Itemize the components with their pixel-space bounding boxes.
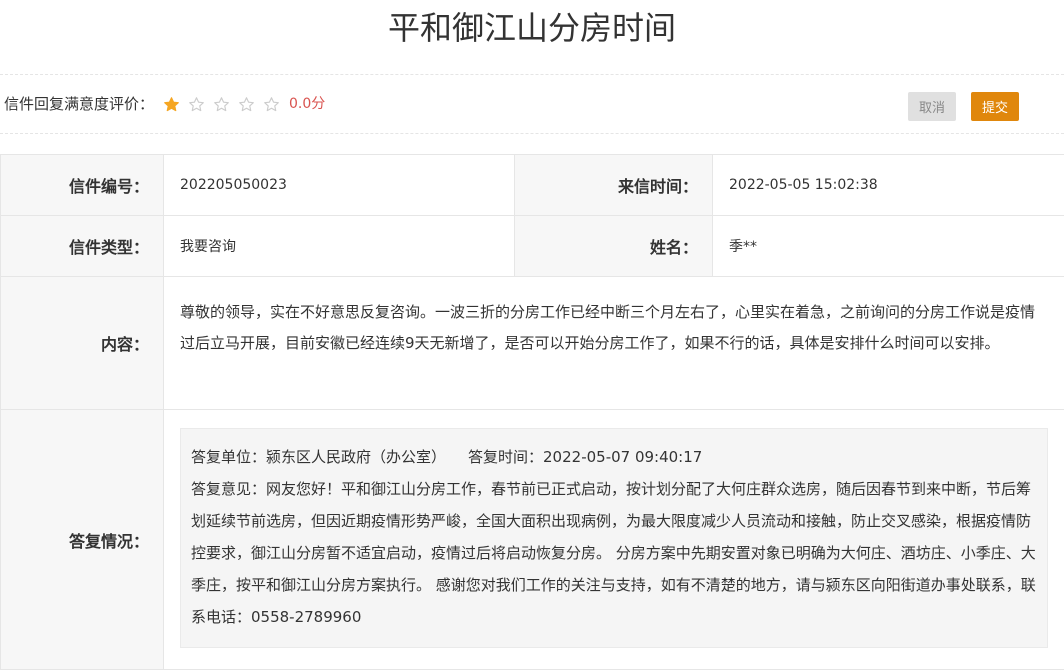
reply-meta: 答复单位：颍东区人民政府（办公室） 答复时间：2022-05-07 09:40:1… <box>191 441 1037 473</box>
letter-number-value: 202205050023 <box>164 155 515 216</box>
reply-label: 答复情况： <box>1 410 164 670</box>
reply-opinion: 答复意见：网友您好！平和御江山分房工作，春节前已正式启动，按计划分配了大何庄群众… <box>191 473 1037 633</box>
star-icon-1[interactable] <box>163 96 180 113</box>
rating-score: 0.0分 <box>289 93 325 115</box>
star-icon-3[interactable] <box>213 96 230 113</box>
table-row: 答复情况： 答复单位：颍东区人民政府（办公室） 答复时间：2022-05-07 0… <box>1 410 1064 670</box>
letter-type-label: 信件类型： <box>1 216 164 277</box>
letter-content-text: 尊敬的领导，实在不好意思反复咨询。一波三折的分房工作已经中断三个月左右了，心里实… <box>164 277 1064 410</box>
letter-name-label: 姓名： <box>515 216 713 277</box>
rating-label: 信件回复满意度评价： <box>4 93 154 115</box>
letter-time-value: 2022-05-05 15:02:38 <box>713 155 1064 216</box>
letter-type-value: 我要咨询 <box>164 216 515 277</box>
table-row: 内容： 尊敬的领导，实在不好意思反复咨询。一波三折的分房工作已经中断三个月左右了… <box>1 277 1064 410</box>
star-icon-2[interactable] <box>188 96 205 113</box>
letter-content-label: 内容： <box>1 277 164 410</box>
letter-time-label: 来信时间： <box>515 155 713 216</box>
page-title: 平和御江山分房时间 <box>0 0 1064 60</box>
cancel-button[interactable]: 取消 <box>908 92 956 121</box>
reply-time: 答复时间：2022-05-07 09:40:17 <box>468 448 702 466</box>
rating-bar: 信件回复满意度评价： 0.0分 取消 提交 <box>0 74 1064 134</box>
letter-name-value: 季** <box>713 216 1064 277</box>
table-row: 信件类型： 我要咨询 姓名： 季** <box>1 216 1064 277</box>
rating-stars <box>163 93 288 115</box>
star-icon-4[interactable] <box>238 96 255 113</box>
table-row: 信件编号： 202205050023 来信时间： 2022-05-05 15:0… <box>1 155 1064 216</box>
letter-info-table: 信件编号： 202205050023 来信时间： 2022-05-05 15:0… <box>0 154 1064 670</box>
star-icon-5[interactable] <box>263 96 280 113</box>
submit-button[interactable]: 提交 <box>971 92 1019 121</box>
reply-unit: 答复单位：颍东区人民政府（办公室） <box>191 448 446 466</box>
reply-box: 答复单位：颍东区人民政府（办公室） 答复时间：2022-05-07 09:40:1… <box>180 428 1048 648</box>
reply-cell: 答复单位：颍东区人民政府（办公室） 答复时间：2022-05-07 09:40:1… <box>164 410 1064 670</box>
letter-number-label: 信件编号： <box>1 155 164 216</box>
